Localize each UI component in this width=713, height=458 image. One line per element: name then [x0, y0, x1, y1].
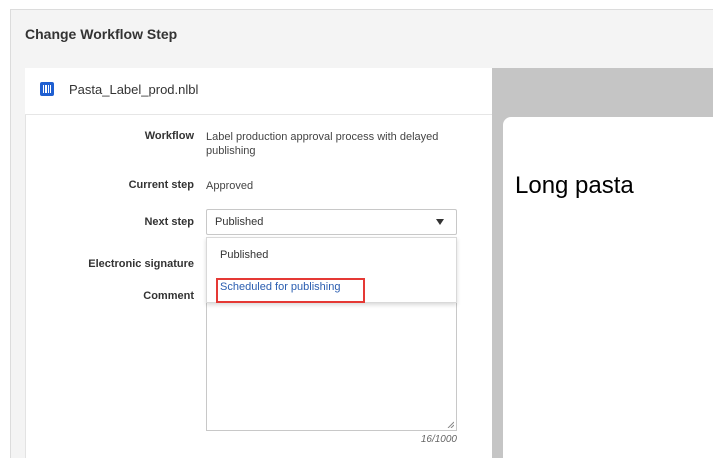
workflow-label: Workflow: [144, 130, 194, 142]
next-step-select[interactable]: Published: [206, 209, 457, 235]
comment-char-counter: 16/1000: [420, 434, 457, 445]
comment-textarea[interactable]: [206, 300, 457, 431]
resize-grip-icon[interactable]: [447, 421, 454, 428]
current-step-label: Current step: [128, 179, 194, 191]
label-preview-text: Long pasta: [515, 172, 634, 199]
electronic-signature-label: Electronic signature: [88, 258, 194, 270]
next-step-selected-value: Published: [215, 216, 264, 228]
label-preview-page: [503, 117, 713, 458]
barcode-file-icon: [40, 82, 54, 96]
chevron-down-icon[interactable]: [436, 219, 444, 225]
workflow-value: Label production approval process with d…: [206, 131, 439, 157]
current-step-value: Approved: [206, 180, 254, 192]
file-name: Pasta_Label_prod.nlbl: [69, 82, 199, 97]
highlight-box: [216, 278, 365, 303]
file-header: Pasta_Label_prod.nlbl: [25, 68, 492, 115]
dialog-title: Change Workflow Step: [25, 26, 178, 42]
next-step-label: Next step: [144, 216, 194, 228]
comment-label: Comment: [143, 290, 194, 302]
dropdown-option-published[interactable]: Published: [207, 240, 456, 272]
